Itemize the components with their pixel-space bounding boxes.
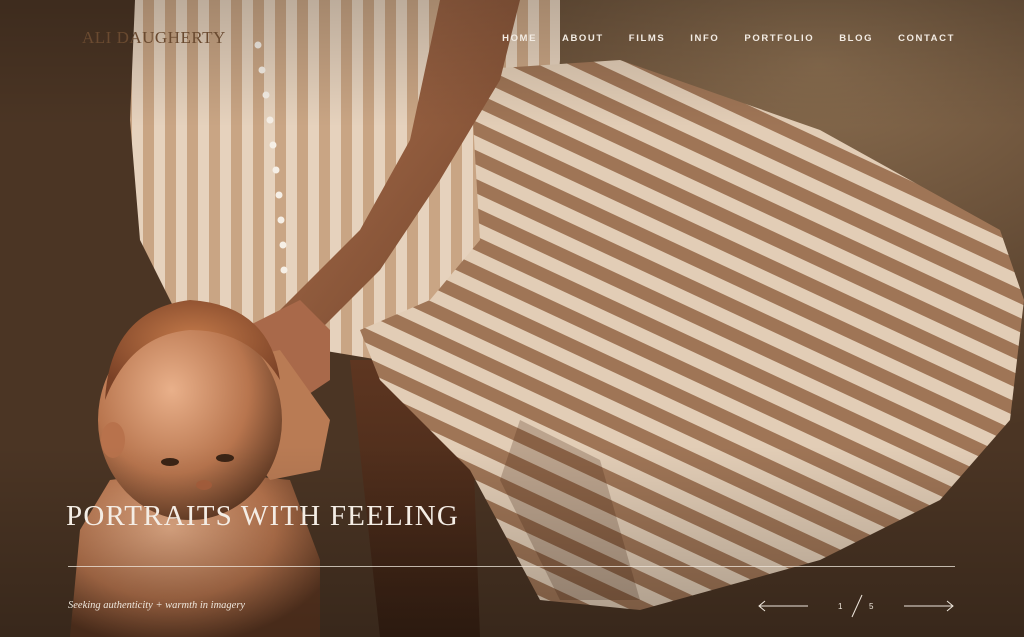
photo-overlay [0,0,1024,637]
nav-portfolio[interactable]: PORTFOLIO [744,33,814,44]
arrow-left-icon[interactable] [757,598,809,614]
nav-home[interactable]: HOME [502,33,537,44]
nav-about[interactable]: ABOUT [562,33,604,44]
nav-info[interactable]: INFO [690,33,719,44]
hero-section: ALI DAUGHERTY HOME ABOUT FILMS INFO PORT… [0,0,1024,637]
slide-total: 5 [869,602,874,611]
slide-counter: 1 5 [837,594,877,618]
hero-tagline: Seeking authenticity + warmth in imagery [68,600,246,611]
slide-current: 1 [838,602,843,611]
nav-blog[interactable]: BLOG [839,33,873,44]
slash-divider [851,594,863,618]
arrow-right-icon[interactable] [903,598,955,614]
nav-films[interactable]: FILMS [629,33,666,44]
main-nav: HOME ABOUT FILMS INFO PORTFOLIO BLOG CON… [477,33,955,44]
slider-controls: 1 5 [757,594,955,618]
nav-contact[interactable]: CONTACT [898,33,955,44]
site-logo[interactable]: ALI DAUGHERTY [82,28,226,48]
hero-headline: PORTRAITS WITH FEELING [66,500,460,532]
hero-divider [68,566,955,567]
